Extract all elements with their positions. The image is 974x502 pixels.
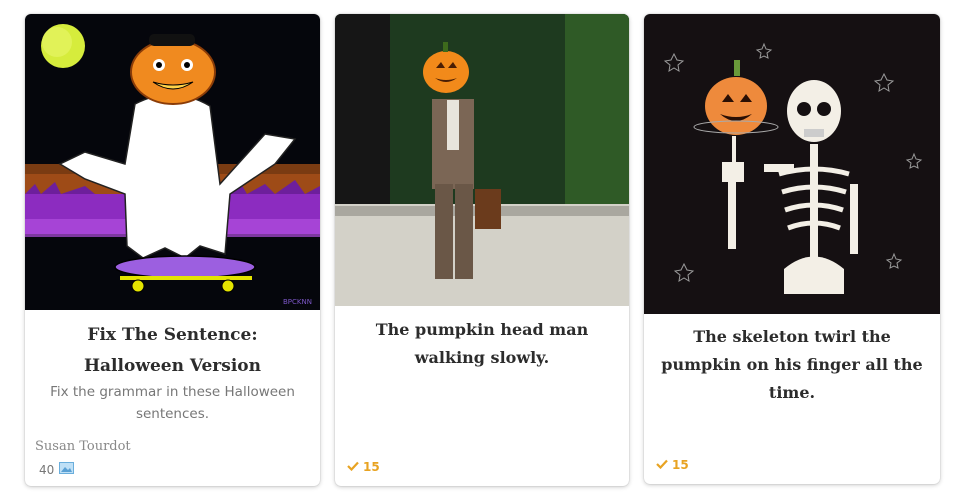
card-fix-the-sentence[interactable]: BPCKNN Fix The Sentence: Halloween Versi… bbox=[25, 14, 320, 486]
image-count: 40 bbox=[39, 462, 75, 477]
svg-text:BPCKNN: BPCKNN bbox=[283, 298, 312, 306]
card-title: The pumpkin head man walking slowly. bbox=[375, 320, 589, 367]
card-title: The skeleton twirl the pumpkin on his fi… bbox=[661, 327, 923, 402]
pumpkin-head-man-image bbox=[335, 14, 629, 306]
card-title: Fix The Sentence: Halloween Version bbox=[83, 325, 261, 376]
card-skeleton-pumpkin[interactable]: The skeleton twirl the pumpkin on his fi… bbox=[644, 14, 940, 484]
card-pumpkin-head-man[interactable]: The pumpkin head man walking slowly. 15 bbox=[335, 14, 629, 486]
likes-count: 15 bbox=[347, 460, 380, 474]
likes-value: 15 bbox=[363, 460, 380, 474]
image-icon bbox=[59, 462, 75, 477]
checkmark-icon bbox=[347, 460, 359, 474]
likes-count: 15 bbox=[656, 458, 689, 472]
card-description: Fix the grammar in these Halloween sente… bbox=[50, 384, 295, 422]
count-value: 40 bbox=[39, 462, 55, 477]
skeleton-pumpkin-image bbox=[644, 14, 940, 314]
checkmark-icon bbox=[656, 458, 668, 472]
ghost-skateboard-image: BPCKNN bbox=[25, 14, 320, 310]
author-name[interactable]: Susan Tourdot bbox=[35, 439, 131, 454]
likes-value: 15 bbox=[672, 458, 689, 472]
